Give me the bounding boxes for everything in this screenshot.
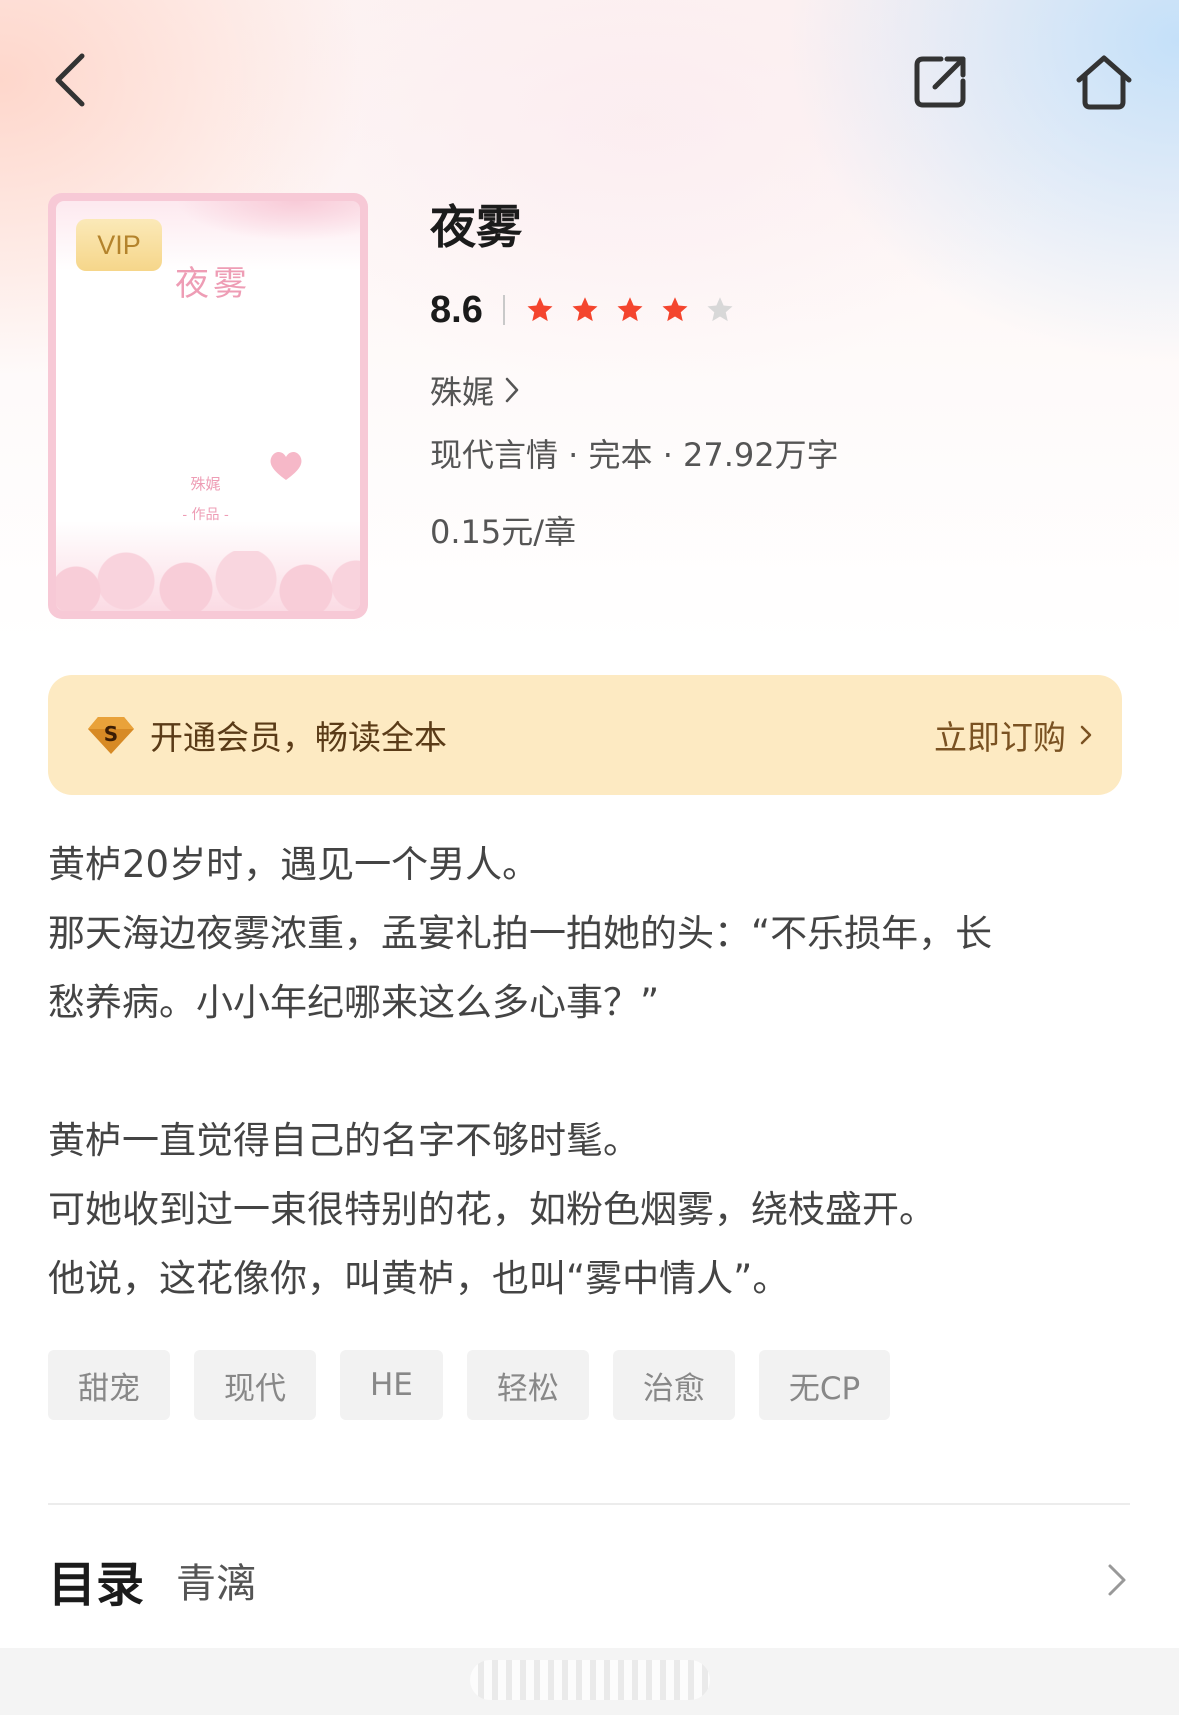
tag-chip[interactable]: 治愈 bbox=[612, 1350, 735, 1420]
home-button[interactable] bbox=[1062, 42, 1146, 122]
book-cover[interactable]: VIP 夜雾 殊娓 - 作品 - bbox=[48, 193, 368, 619]
description-line: 愁养病。小小年纪哪来这么多心事？” bbox=[48, 981, 660, 1024]
cover-works-label: - 作品 - bbox=[182, 507, 229, 523]
star-filled-icon bbox=[527, 297, 553, 322]
back-button[interactable] bbox=[40, 40, 100, 120]
chevron-right-icon bbox=[1108, 1564, 1126, 1596]
book-meta: 现代言情 · 完本 · 27.92万字 bbox=[430, 436, 839, 474]
table-of-contents-row[interactable]: 目录 青漓 bbox=[48, 1545, 1130, 1615]
cover-cloud-top bbox=[176, 201, 360, 241]
description-line: 黄栌一直觉得自己的名字不够时髦。 bbox=[48, 1119, 640, 1162]
star-filled-icon bbox=[572, 297, 598, 322]
chevron-right-icon bbox=[1080, 725, 1092, 745]
book-cover-art: VIP 夜雾 殊娓 - 作品 - bbox=[56, 201, 360, 611]
subscribe-now-button[interactable]: 立即订购 bbox=[934, 711, 1092, 759]
tag-chip[interactable]: 甜宠 bbox=[48, 1350, 170, 1420]
vip-banner-text: 开通会员，畅读全本 bbox=[150, 718, 447, 757]
star-filled-icon bbox=[662, 297, 688, 322]
description-gap bbox=[48, 1037, 1138, 1106]
description-line: 那天海边夜雾浓重，孟宴礼拍一拍她的头：“不乐损年，长 bbox=[48, 912, 993, 955]
tag-chip[interactable]: HE bbox=[340, 1350, 443, 1420]
cover-title: 夜雾 bbox=[175, 264, 251, 304]
subscribe-now-label: 立即订购 bbox=[934, 718, 1066, 757]
vip-diamond-icon: S bbox=[88, 717, 134, 754]
home-icon bbox=[1076, 55, 1132, 110]
description-line: 可她收到过一束很特别的花，如粉色烟雾，绕枝盛开。 bbox=[48, 1188, 936, 1231]
section-divider bbox=[48, 1503, 1130, 1505]
book-description: 黄栌20岁时，遇见一个男人。 那天海边夜雾浓重，孟宴礼拍一拍她的头：“不乐损年，… bbox=[48, 830, 1138, 1313]
chevron-right-icon bbox=[505, 377, 519, 403]
toc-title: 目录 bbox=[48, 1557, 145, 1613]
tag-chip[interactable]: 现代 bbox=[194, 1350, 316, 1420]
rating-divider bbox=[502, 295, 505, 325]
author-name: 殊娓 bbox=[430, 373, 495, 411]
cover-author: 殊娓 bbox=[190, 475, 221, 493]
top-bar bbox=[0, 0, 1179, 160]
chevron-left-icon bbox=[55, 53, 85, 107]
author-link[interactable]: 殊娓 bbox=[430, 367, 520, 413]
description-line: 黄栌20岁时，遇见一个男人。 bbox=[48, 843, 540, 886]
vip-membership-banner[interactable]: S 开通会员，畅读全本 立即订购 bbox=[48, 675, 1122, 795]
tag-chip[interactable]: 轻松 bbox=[466, 1350, 589, 1420]
toc-latest-chapter: 青漓 bbox=[176, 1561, 257, 1607]
rating-stars bbox=[525, 295, 735, 325]
book-info: 夜雾 8.6 殊娓 现代言情 · 完本 · 27.92万字 0.15元/章 bbox=[430, 195, 1130, 551]
rating-row: 8.6 bbox=[430, 288, 735, 331]
star-empty-icon bbox=[707, 297, 733, 322]
share-button[interactable] bbox=[900, 42, 980, 122]
description-line: 他说，这花像你，叫黄栌，也叫“雾中情人”。 bbox=[48, 1257, 790, 1300]
book-price: 0.15元/章 bbox=[430, 513, 577, 551]
rating-score: 8.6 bbox=[430, 288, 483, 331]
svg-text:S: S bbox=[104, 722, 118, 746]
share-external-icon bbox=[914, 56, 966, 108]
star-filled-icon bbox=[617, 297, 643, 322]
watermark bbox=[470, 1660, 710, 1700]
tag-list: 甜宠 现代 HE 轻松 治愈 无CP bbox=[48, 1350, 891, 1420]
book-title: 夜雾 bbox=[430, 200, 522, 254]
tag-chip[interactable]: 无CP bbox=[758, 1350, 891, 1420]
cover-cloud-bottom bbox=[56, 551, 360, 611]
